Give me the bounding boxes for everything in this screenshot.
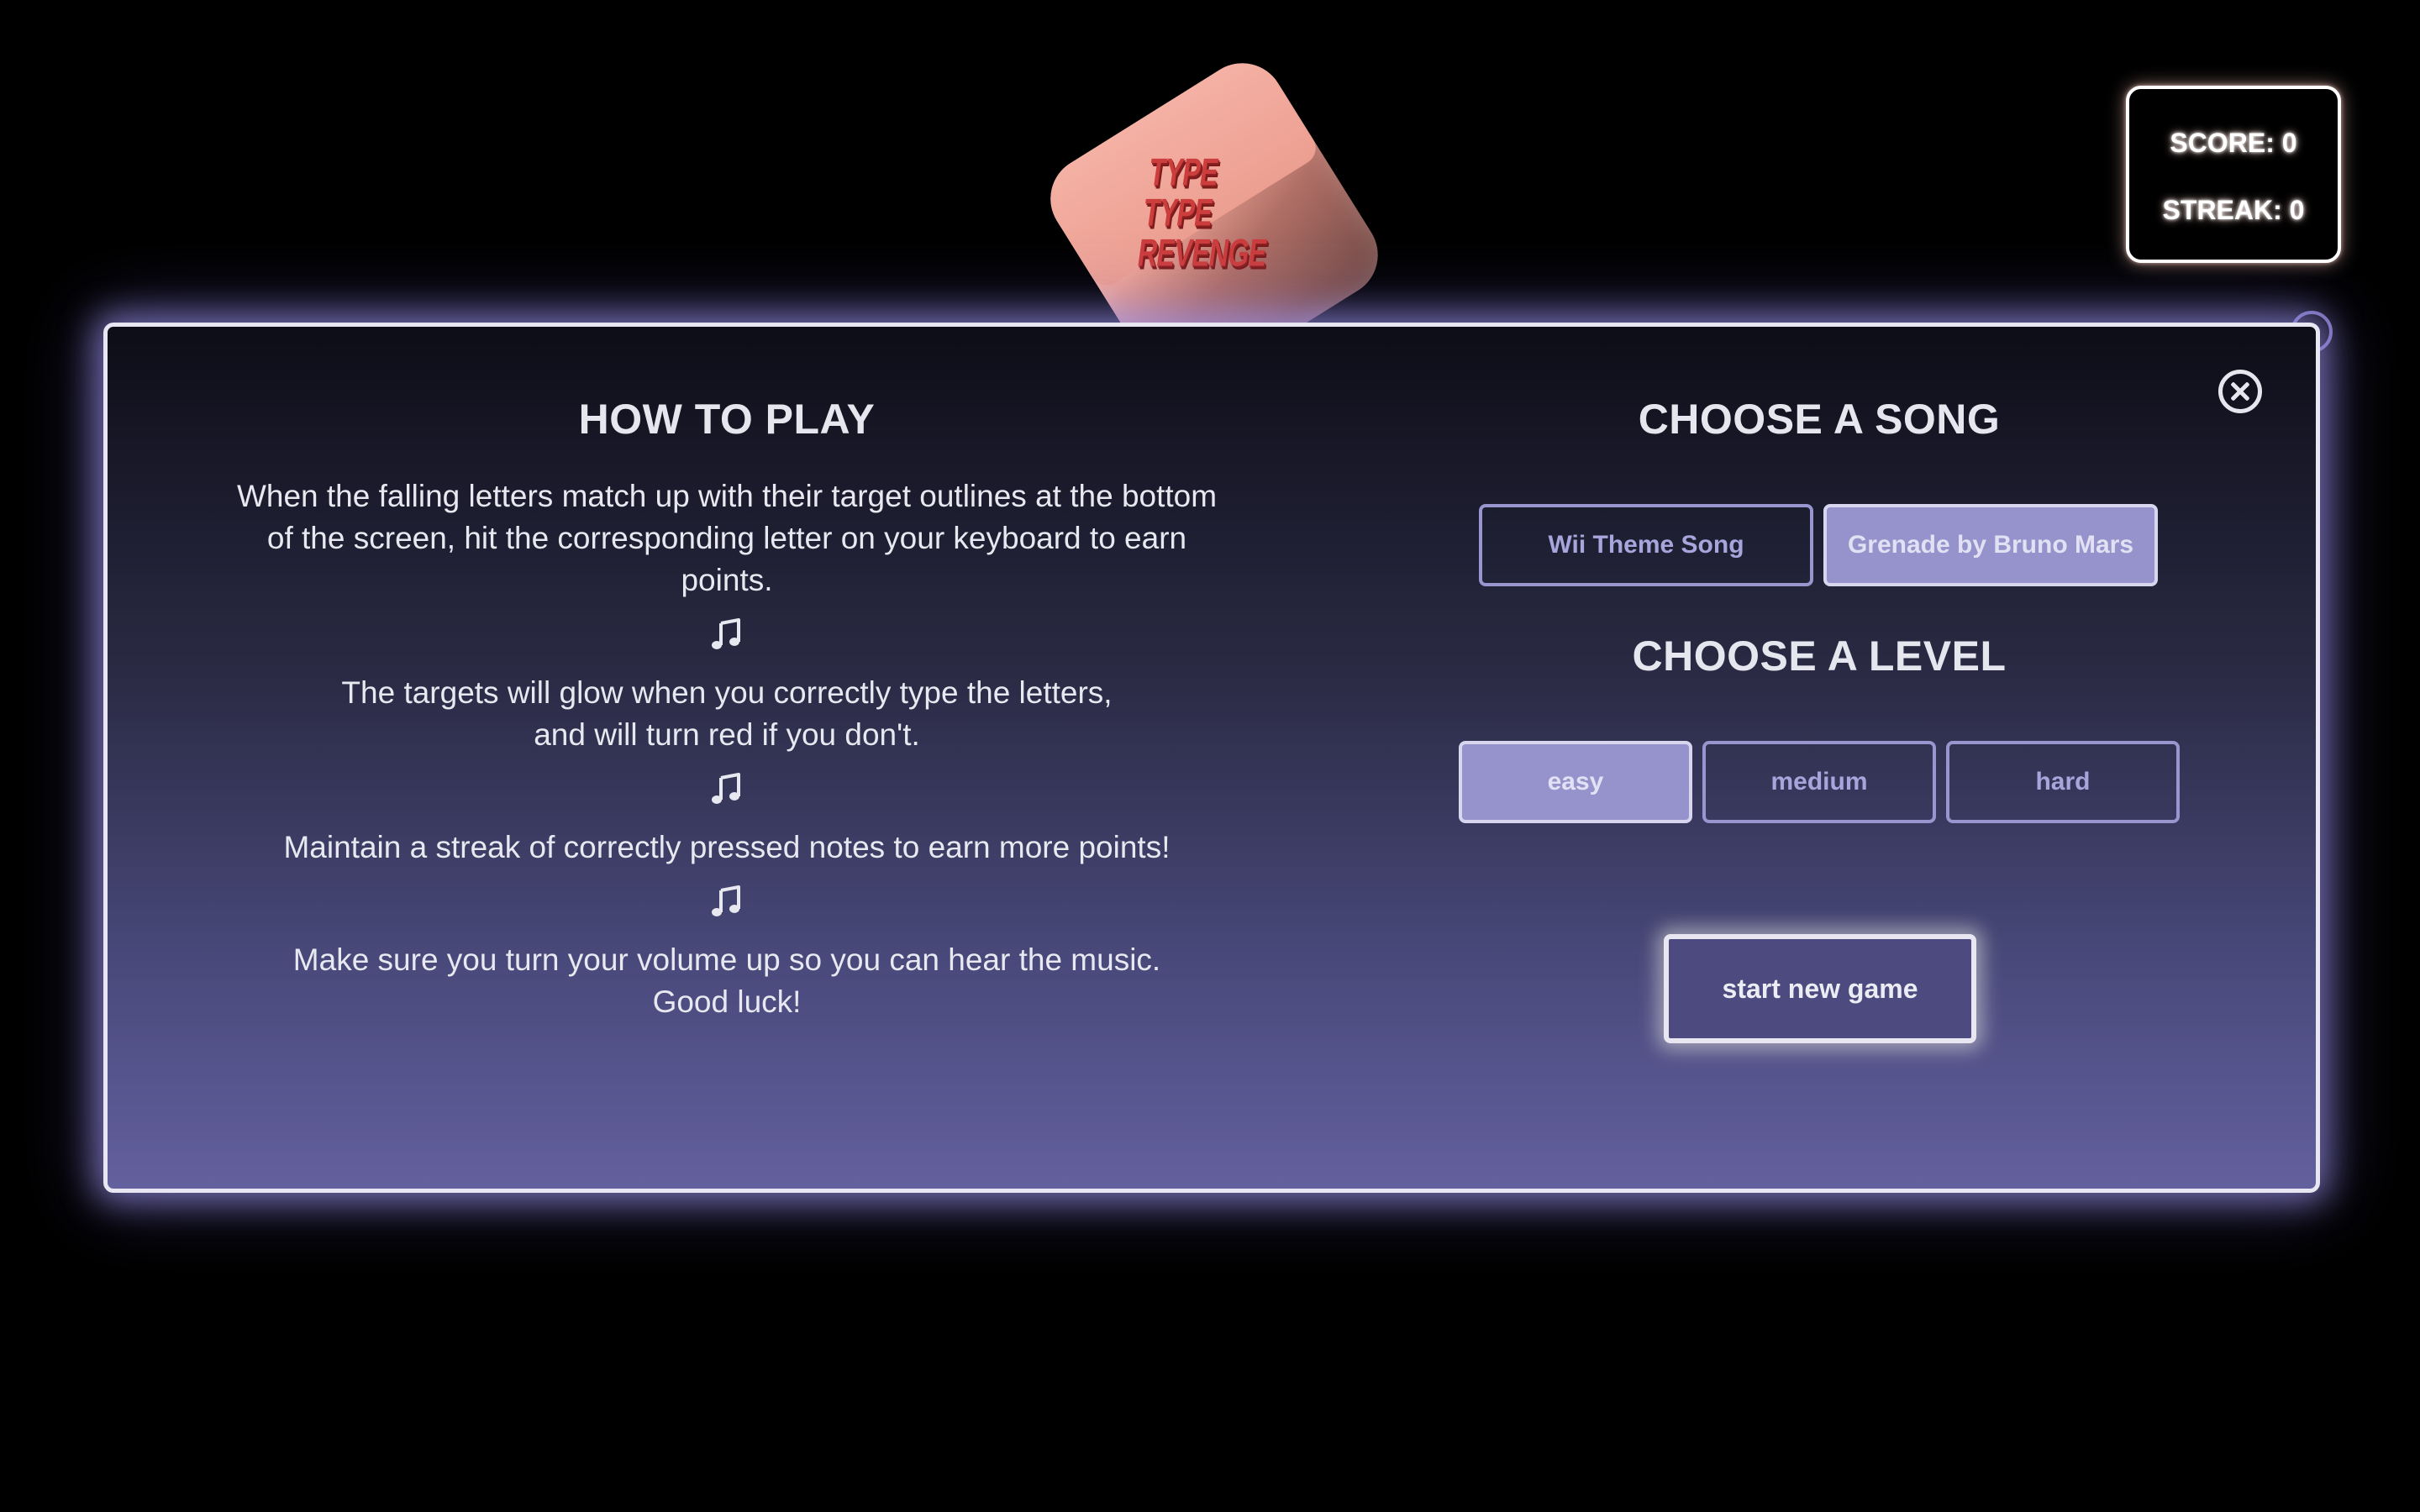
- logo-line-2: TYPE: [1140, 190, 1216, 234]
- scoreboard: SCORE: 0 STREAK: 0: [2126, 86, 2341, 263]
- music-note-icon: [712, 618, 740, 649]
- game-options-section: CHOOSE A SONG Wii Theme Song Grenade by …: [1378, 395, 2260, 1043]
- music-note-icon: [712, 773, 740, 804]
- instructions-paragraph-4-line-1: Make sure you turn your volume up so you…: [292, 942, 1161, 977]
- song-option-grenade[interactable]: Grenade by Bruno Mars: [1823, 504, 2158, 586]
- instructions-paragraph-2-line-1: The targets will glow when you correctly…: [341, 675, 1113, 710]
- level-options: easy medium hard: [1459, 741, 2180, 823]
- logo-text: TYPE TYPE REVENGE: [1134, 150, 1270, 275]
- level-option-hard[interactable]: hard: [1946, 741, 2180, 823]
- start-new-game-button[interactable]: start new game: [1664, 934, 1976, 1043]
- instructions-paragraph-2-line-2: and will turn red if you don't.: [534, 717, 920, 752]
- game-screen: TYPE TYPE REVENGE SCORE: 0 STREAK: 0 HOW…: [0, 0, 2420, 1512]
- level-option-medium[interactable]: medium: [1702, 741, 1936, 823]
- instructions-paragraph-1: When the falling letters match up with t…: [236, 479, 1218, 597]
- choose-song-title: CHOOSE A SONG: [1638, 396, 2001, 443]
- instructions-paragraph-4: Make sure you turn your volume up so you…: [227, 939, 1227, 1023]
- instructions-paragraph-3: Maintain a streak of correctly pressed n…: [283, 830, 1171, 864]
- song-options: Wii Theme Song Grenade by Bruno Mars: [1479, 504, 2158, 586]
- choose-level-title: CHOOSE A LEVEL: [1632, 633, 2007, 680]
- close-icon[interactable]: [2218, 370, 2262, 413]
- how-to-play-section: HOW TO PLAY When the falling letters mat…: [227, 395, 1227, 1023]
- instructions-paragraph-2: The targets will glow when you correctly…: [227, 672, 1227, 756]
- logo-line-1: TYPE: [1146, 150, 1221, 194]
- score-text: SCORE: 0: [2170, 128, 2297, 158]
- level-option-easy[interactable]: easy: [1459, 741, 1692, 823]
- logo-line-3: REVENGE: [1134, 230, 1270, 275]
- how-to-play-title: HOW TO PLAY: [578, 396, 876, 443]
- instructions-paragraph-4-line-2: Good luck!: [652, 984, 802, 1019]
- song-option-wii-theme[interactable]: Wii Theme Song: [1479, 504, 1813, 586]
- music-note-icon: [712, 885, 740, 916]
- streak-text: STREAK: 0: [2162, 195, 2305, 225]
